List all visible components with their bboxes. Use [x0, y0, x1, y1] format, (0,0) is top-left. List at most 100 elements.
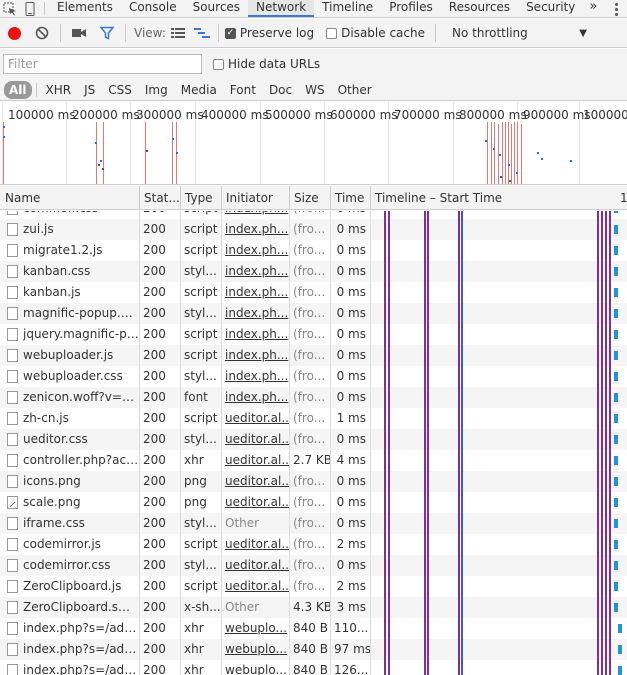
initiator-cell[interactable]: index.ph...	[221, 261, 289, 282]
name-cell[interactable]: migrate1.2.js	[0, 240, 139, 261]
column-time-header[interactable]: Time	[330, 186, 370, 210]
tab-resources[interactable]: Resources	[441, 0, 518, 17]
initiator-link[interactable]: ueditor.al...	[225, 579, 289, 593]
large-rows-button[interactable]	[166, 19, 190, 47]
initiator-cell[interactable]: ueditor.al...	[221, 534, 289, 555]
name-cell[interactable]: webuploader.css	[0, 366, 139, 387]
initiator-link[interactable]: index.ph...	[225, 327, 288, 341]
name-cell[interactable]: index.php?s=/adm...	[0, 618, 139, 639]
initiator-cell[interactable]: index.ph...	[221, 387, 289, 408]
column-status-header[interactable]: Stat...	[139, 186, 180, 210]
device-mode-icon[interactable]	[20, 0, 40, 17]
name-cell[interactable]: codemirror.css	[0, 555, 139, 576]
name-cell[interactable]: webuploader.js	[0, 345, 139, 366]
table-row[interactable]: zh-cn.js 200 script ueditor.al... (fro... 1 m…	[0, 408, 627, 429]
initiator-link[interactable]: ueditor.al...	[225, 411, 289, 425]
initiator-link[interactable]: ueditor.al...	[225, 432, 289, 446]
name-cell[interactable]: jquery.magnific-po...	[0, 324, 139, 345]
name-cell[interactable]: zh-cn.js	[0, 408, 139, 429]
initiator-cell[interactable]: index.ph...	[221, 345, 289, 366]
initiator-link[interactable]: ueditor.al...	[225, 537, 289, 551]
network-overview[interactable]: 100000 ms 200000 ms 300000 ms 400000 ms 5000…	[0, 102, 627, 185]
column-name-header[interactable]: Name	[0, 186, 139, 210]
capture-screenshots-button[interactable]	[65, 19, 93, 47]
filter-input[interactable]	[3, 54, 202, 74]
initiator-cell[interactable]: index.ph...	[221, 282, 289, 303]
table-row[interactable]: icons.png 200 png ueditor.al... (fro... 0 ms	[0, 471, 627, 492]
initiator-link[interactable]: index.ph...	[225, 348, 288, 362]
initiator-cell[interactable]: ueditor.al...	[221, 576, 289, 597]
column-size-header[interactable]: Size	[289, 186, 330, 210]
tab-timeline[interactable]: Timeline	[314, 0, 381, 17]
table-row[interactable]: index.php?s=/adm... 200 xhr webuplo... 840 B…	[0, 618, 627, 639]
initiator-cell[interactable]: ueditor.al...	[221, 471, 289, 492]
initiator-cell[interactable]: index.ph...	[221, 240, 289, 261]
tab-profiles[interactable]: Profiles	[381, 0, 441, 17]
column-type-header[interactable]: Type	[180, 186, 221, 210]
type-filter-js[interactable]: JS	[78, 81, 101, 99]
tab-sources[interactable]: Sources	[185, 0, 248, 17]
initiator-link[interactable]: ueditor.al...	[225, 558, 289, 572]
type-filter-xhr[interactable]: XHR	[40, 81, 78, 99]
tab-network[interactable]: Network	[248, 0, 315, 17]
table-row[interactable]: ZeroClipboard.js 200 script ueditor.al... (f…	[0, 576, 627, 597]
table-row[interactable]: ueditor.css 200 styl... ueditor.al... (fro..…	[0, 429, 627, 450]
type-filter-font[interactable]: Font	[224, 81, 262, 99]
record-button[interactable]	[0, 19, 28, 47]
initiator-cell[interactable]: webuplo...	[221, 618, 289, 639]
table-row[interactable]: zenicon.woff?v=2... 200 font index.ph... (fr…	[0, 387, 627, 408]
table-row[interactable]: migrate1.2.js 200 script index.ph... (fro...…	[0, 240, 627, 261]
initiator-link[interactable]: ueditor.al...	[225, 453, 289, 467]
more-tabs-button[interactable]: »	[583, 0, 603, 17]
initiator-cell[interactable]: ueditor.al...	[221, 492, 289, 513]
initiator-cell[interactable]: ueditor.al...	[221, 555, 289, 576]
initiator-link[interactable]: index.ph...	[225, 369, 288, 383]
type-filter-css[interactable]: CSS	[102, 81, 138, 99]
table-row[interactable]: common.css 200script index.ph... (fro... 0 m…	[0, 211, 627, 219]
initiator-cell[interactable]: index.ph...	[221, 324, 289, 345]
initiator-cell[interactable]: ueditor.al...	[221, 429, 289, 450]
name-cell[interactable]: zenicon.woff?v=2...	[0, 387, 139, 408]
type-filter-all[interactable]: All	[4, 80, 32, 99]
initiator-link[interactable]: index.ph...	[225, 306, 288, 320]
throttling-select[interactable]: No throttling ▼	[452, 26, 587, 40]
initiator-link[interactable]: index.ph...	[225, 390, 288, 404]
table-row[interactable]: kanban.js 200 script index.ph... (fro... 0 ms	[0, 282, 627, 303]
clear-button[interactable]	[28, 19, 56, 47]
name-cell[interactable]: index.php?s=/adm...	[0, 639, 139, 660]
inspect-element-icon[interactable]	[0, 0, 20, 17]
initiator-cell[interactable]: index.ph...	[221, 219, 289, 240]
type-filter-doc[interactable]: Doc	[263, 81, 298, 99]
initiator-link[interactable]: index.ph...	[225, 264, 288, 278]
name-cell[interactable]: codemirror.js	[0, 534, 139, 555]
name-cell[interactable]: kanban.js	[0, 282, 139, 303]
table-row[interactable]: webuploader.css 200 styl... index.ph... (fro…	[0, 366, 627, 387]
filter-toggle-button[interactable]	[93, 19, 121, 47]
initiator-link[interactable]: index.ph...	[225, 211, 288, 215]
name-cell[interactable]: zui.js	[0, 219, 139, 240]
name-cell[interactable]: kanban.css	[0, 261, 139, 282]
type-filter-ws[interactable]: WS	[299, 81, 330, 99]
column-initiator-header[interactable]: Initiator	[221, 186, 289, 210]
name-cell[interactable]: icons.png	[0, 471, 139, 492]
initiator-cell[interactable]: index.ph...	[221, 366, 289, 387]
column-timeline-header[interactable]: Timeline – Start Time	[370, 186, 627, 210]
initiator-cell[interactable]: index.ph...	[221, 303, 289, 324]
tab-security[interactable]: Security	[518, 0, 583, 17]
type-filter-img[interactable]: Img	[139, 81, 174, 99]
initiator-cell[interactable]: ueditor.al...	[221, 408, 289, 429]
initiator-link[interactable]: webuplo...	[225, 642, 287, 656]
table-row[interactable]: ZeroClipboard.swf... 200 x-sh... Other 4.3 K…	[0, 597, 627, 618]
table-row[interactable]: webuploader.js 200 script index.ph... (fro..…	[0, 345, 627, 366]
name-cell[interactable]: scale.png	[0, 492, 139, 513]
initiator-cell[interactable]: index.ph...	[221, 211, 289, 219]
name-cell[interactable]: magnific-popup.css	[0, 303, 139, 324]
table-row[interactable]: codemirror.js 200 script ueditor.al... (fro.…	[0, 534, 627, 555]
table-row[interactable]: codemirror.css 200 styl... ueditor.al... (fr…	[0, 555, 627, 576]
initiator-link[interactable]: index.ph...	[225, 285, 288, 299]
table-row[interactable]: iframe.css 200 styl... Other (fro... 0 ms	[0, 513, 627, 534]
table-row[interactable]: magnific-popup.css 200 styl... index.ph... (…	[0, 303, 627, 324]
name-cell[interactable]: iframe.css	[0, 513, 139, 534]
table-row[interactable]: scale.png 200 png ueditor.al... (fro... 0 ms	[0, 492, 627, 513]
table-row[interactable]: controller.php?acti... 200 xhr ueditor.al..…	[0, 450, 627, 471]
